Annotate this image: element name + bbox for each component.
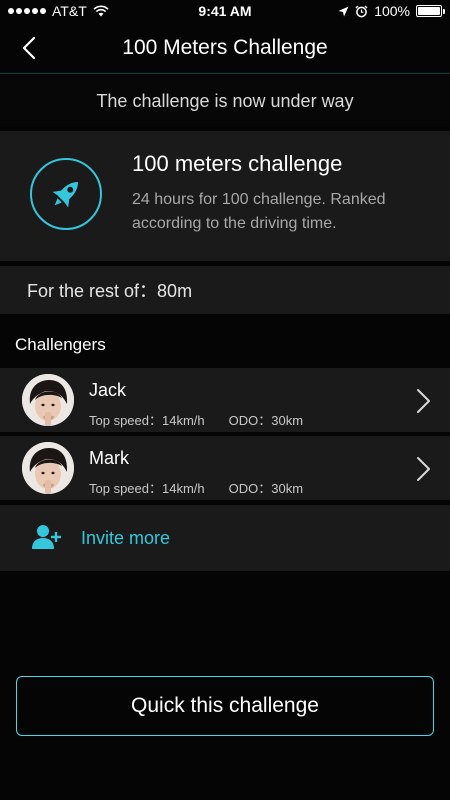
invite-more-label: Invite more [81,528,171,548]
battery-level [418,7,440,15]
avatar [22,374,74,426]
challengers-heading: Challengers [15,335,106,354]
rocket-badge [30,158,102,230]
status-banner: The challenge is now under way [0,75,450,127]
top-speed: Top speed：14km/h [89,481,205,496]
challenger-row-mark[interactable]: Mark Top speed：14km/h ODO：30km [0,436,450,500]
top-speed: Top speed：14km/h [89,413,205,428]
challenge-description: 24 hours for 100 challenge. Ranked accor… [132,191,386,232]
challenger-name: Jack [89,380,127,400]
carrier-label: AT&T [52,3,87,19]
wifi-icon [93,5,109,17]
avatar [22,442,74,494]
challenger-row-jack[interactable]: Jack Top speed：14km/h ODO：30km [0,368,450,432]
alarm-icon [355,4,368,17]
invite-more-button[interactable]: Invite more [0,505,450,571]
challenge-card: 100 meters challenge 24 hours for 100 ch… [0,131,450,261]
odometer: ODO：30km [228,413,304,428]
status-right: 100% [338,3,445,19]
status-left: AT&T [8,3,109,19]
nav-bar: 100 Meters Challenge [0,22,450,74]
status-bar: AT&T 9:41 AM 100% [0,0,450,22]
add-user-icon [32,525,61,549]
chevron-right-icon [417,457,430,481]
signal-icon [8,8,46,14]
back-button[interactable] [14,32,44,64]
odometer: ODO：30km [228,481,304,496]
challenger-name: Mark [89,448,129,468]
battery-icon [416,5,445,17]
challenger-stats: Top speed：14km/h ODO：30km [89,410,303,429]
page-title: 100 Meters Challenge [122,35,328,59]
location-icon [338,6,349,16]
challenger-stats: Top speed：14km/h ODO：30km [89,478,303,497]
chevron-left-icon [22,36,36,60]
quit-challenge-button[interactable]: Quick this challenge [16,676,434,736]
battery-percent: 100% [374,3,410,19]
chevron-right-icon [417,389,430,413]
challenge-title: 100 meters challenge [132,151,343,176]
rocket-icon [52,181,79,208]
remaining-distance: For the rest of：80m [0,266,450,314]
